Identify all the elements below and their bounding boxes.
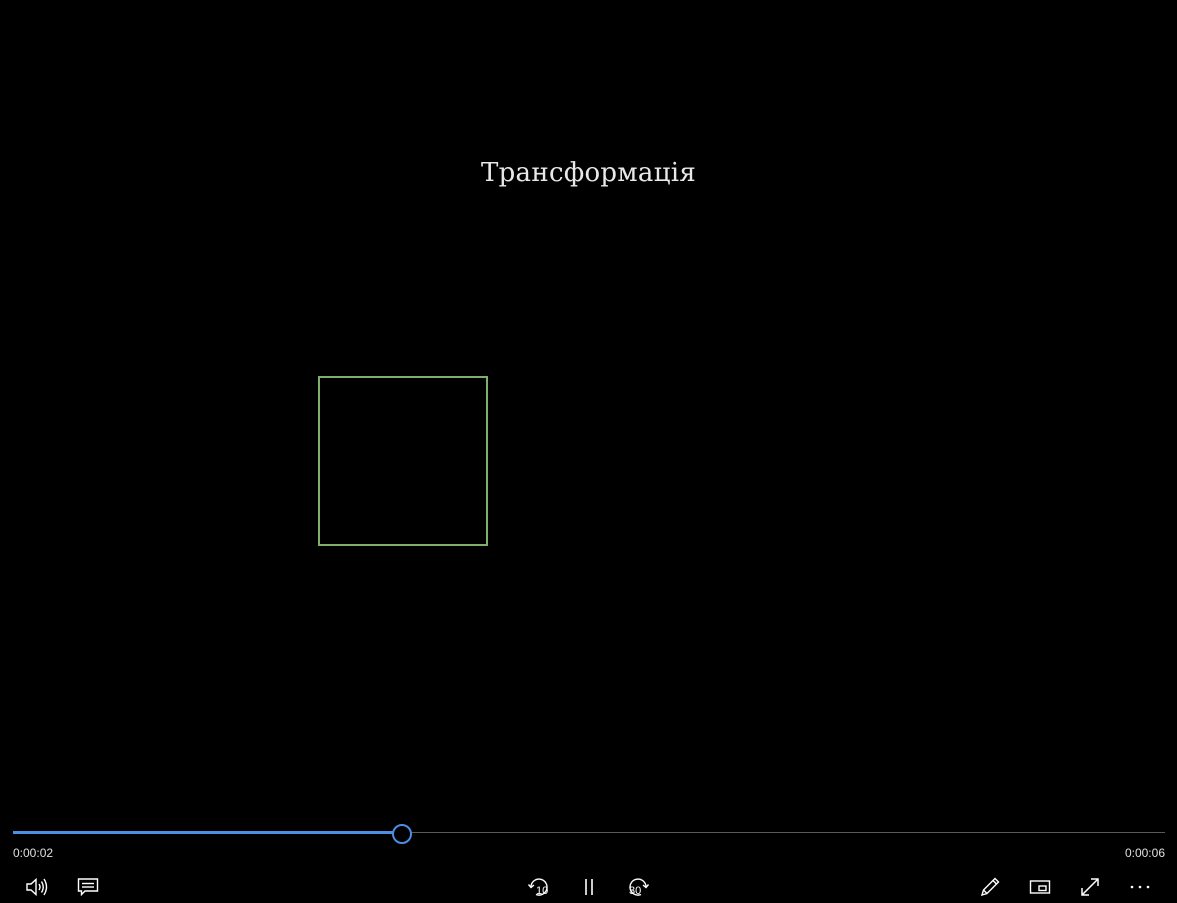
current-time: 0:00:02 xyxy=(13,846,54,860)
skip-back-label: 10 xyxy=(536,885,549,897)
edit-button[interactable] xyxy=(972,870,1008,903)
more-icon xyxy=(1129,884,1151,890)
skip-back-10-button[interactable]: 10 xyxy=(521,870,557,903)
forward-30-icon: 30 xyxy=(626,875,650,899)
rewind-10-icon: 10 xyxy=(527,875,551,899)
pause-button[interactable] xyxy=(571,870,607,903)
video-title: Трансформація xyxy=(480,158,697,188)
captions-button[interactable] xyxy=(70,870,106,903)
video-surface[interactable]: Трансформація xyxy=(0,0,1177,815)
pencil-icon xyxy=(979,876,1001,898)
captions-icon xyxy=(77,877,99,897)
mini-view-button[interactable] xyxy=(1022,870,1058,903)
more-button[interactable] xyxy=(1122,870,1158,903)
total-time: 0:00:06 xyxy=(1124,846,1165,860)
fullscreen-button[interactable] xyxy=(1072,870,1108,903)
media-player: Трансформація 0:00:02 0:00:06 10 30 xyxy=(0,0,1177,903)
mini-view-icon xyxy=(1029,878,1051,896)
skip-forward-label: 30 xyxy=(629,885,642,897)
seek-progress xyxy=(13,831,401,834)
seek-thumb[interactable] xyxy=(392,824,412,844)
skip-forward-30-button[interactable]: 30 xyxy=(620,870,656,903)
expand-icon xyxy=(1079,876,1101,898)
pause-icon xyxy=(582,878,596,896)
speaker-icon xyxy=(25,877,49,897)
seek-bar[interactable] xyxy=(13,824,1165,844)
green-square-shape xyxy=(318,376,488,546)
volume-button[interactable] xyxy=(19,870,55,903)
